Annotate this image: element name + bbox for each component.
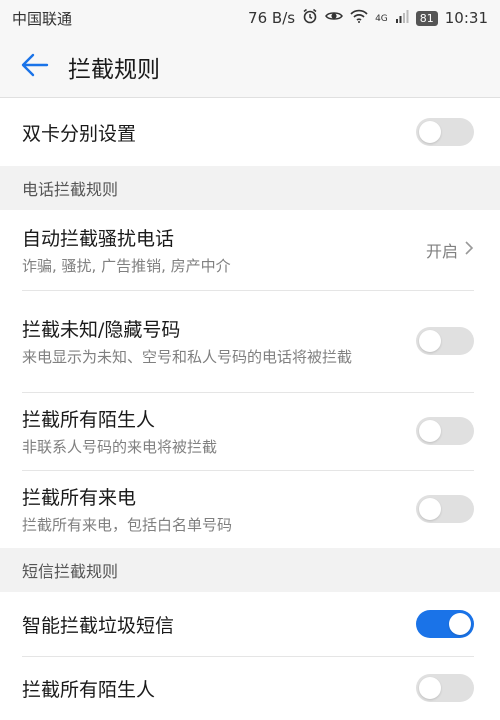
toggle-knob xyxy=(449,613,471,635)
block-all-calls-row[interactable]: 拦截所有来电 拦截所有来电，包括白名单号码 xyxy=(0,470,500,548)
row-subtitle: 来电显示为未知、空号和私人号码的电话将被拦截 xyxy=(22,347,353,366)
arrow-left-icon xyxy=(19,53,49,81)
block-strangers-calls-row[interactable]: 拦截所有陌生人 非联系人号码的来电将被拦截 xyxy=(0,392,500,470)
wifi-icon xyxy=(350,9,368,27)
toggle-knob xyxy=(419,677,441,699)
chevron-right-icon xyxy=(464,240,474,260)
call-section-label: 电话拦截规则 xyxy=(0,166,500,210)
toggle-knob xyxy=(419,420,441,442)
row-title: 拦截所有陌生人 xyxy=(22,678,156,701)
smart-block-spam-sms-row[interactable]: 智能拦截垃圾短信 xyxy=(0,592,500,656)
dual-sim-label: 双卡分别设置 xyxy=(22,122,137,145)
block-strangers-sms-row[interactable]: 拦截所有陌生人 xyxy=(0,656,500,720)
sms-rules-card: 智能拦截垃圾短信 拦截所有陌生人 xyxy=(0,592,500,720)
auto-block-spam-calls-row[interactable]: 自动拦截骚扰电话 诈骗, 骚扰, 广告推销, 房产中介 开启 xyxy=(0,210,500,290)
alarm-icon xyxy=(302,8,318,28)
signal-icon xyxy=(395,9,409,27)
toggle-knob xyxy=(419,330,441,352)
value-label: 开启 xyxy=(425,242,458,261)
row-title: 智能拦截垃圾短信 xyxy=(22,614,175,637)
row-title: 拦截所有来电 xyxy=(22,486,137,509)
row-subtitle: 诈骗, 骚扰, 广告推销, 房产中介 xyxy=(22,256,231,275)
auto-block-value[interactable]: 开启 xyxy=(426,238,474,262)
status-bar: 中国联通 76 B/s 4G 81 10:31 xyxy=(0,0,500,36)
dual-sim-toggle[interactable] xyxy=(416,118,474,146)
block-unknown-toggle[interactable] xyxy=(416,327,474,355)
carrier-name: 中国联通 xyxy=(12,9,73,28)
row-subtitle: 非联系人号码的来电将被拦截 xyxy=(22,437,218,456)
page-title: 拦截规则 xyxy=(68,56,160,83)
eye-icon xyxy=(325,9,344,27)
row-title: 拦截未知/隐藏号码 xyxy=(22,318,181,341)
battery-indicator: 81 xyxy=(415,10,438,26)
block-strangers-sms-toggle[interactable] xyxy=(416,674,474,702)
row-title: 拦截所有陌生人 xyxy=(22,408,156,431)
network-speed: 76 B/s xyxy=(248,9,296,27)
toggle-knob xyxy=(419,121,441,143)
app-header: 拦截规则 xyxy=(0,36,500,98)
row-subtitle: 拦截所有来电，包括白名单号码 xyxy=(22,515,233,534)
block-strangers-calls-toggle[interactable] xyxy=(416,417,474,445)
row-title: 自动拦截骚扰电话 xyxy=(22,227,175,250)
toggle-knob xyxy=(419,498,441,520)
clock: 10:31 xyxy=(444,9,488,27)
dual-sim-row[interactable]: 双卡分别设置 xyxy=(0,98,500,166)
network-type: 4G xyxy=(375,14,388,24)
block-all-calls-toggle[interactable] xyxy=(416,495,474,523)
call-rules-card: 自动拦截骚扰电话 诈骗, 骚扰, 广告推销, 房产中介 开启 拦截未知/隐藏号码… xyxy=(0,210,500,548)
sms-section-label: 短信拦截规则 xyxy=(0,548,500,592)
back-button[interactable] xyxy=(0,36,68,98)
smart-block-sms-toggle[interactable] xyxy=(416,610,474,638)
block-unknown-numbers-row[interactable]: 拦截未知/隐藏号码 来电显示为未知、空号和私人号码的电话将被拦截 xyxy=(0,290,500,392)
